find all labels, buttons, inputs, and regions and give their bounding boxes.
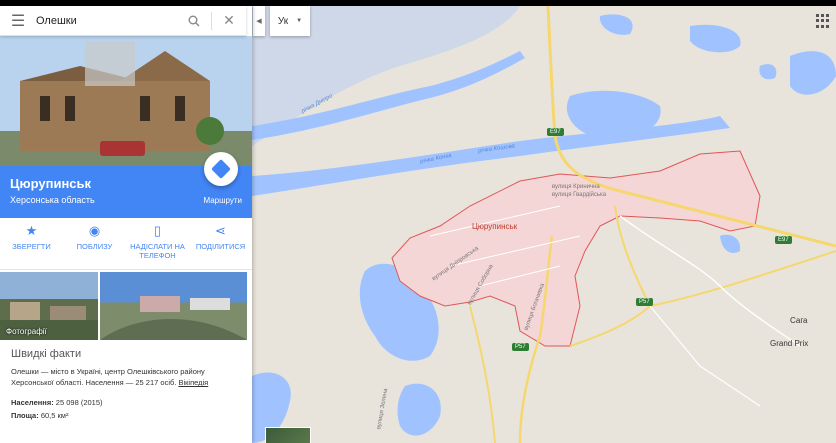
road-shield-p57: P57	[636, 298, 653, 306]
close-icon[interactable]: ✕	[212, 6, 246, 36]
description-text: Олешки — місто в Україні, центр Олешківс…	[11, 367, 205, 387]
directions-button[interactable]	[204, 152, 238, 186]
area-row: Площа: 60,5 км²	[11, 411, 241, 420]
road-shield-e97: E97	[547, 128, 564, 136]
chevron-left-icon: ◀	[256, 18, 262, 25]
street-label: вулиця Кринична	[552, 184, 600, 190]
maps-window: Цюрупинськ Сага Grand Prix E97 E97 P57 P…	[0, 6, 836, 443]
send-to-phone-label: НАДІСЛАТИ НА ТЕЛЕФОН	[130, 242, 185, 260]
photo-strip: Фотографії	[0, 272, 252, 342]
layers-thumbnail[interactable]	[265, 427, 311, 443]
apps-grid-icon[interactable]	[816, 14, 830, 28]
send-to-phone-icon: ▯	[153, 223, 162, 238]
action-bar: ★ ЗБЕРЕГТИ ◉ ПОБЛИЗУ ▯ НАДІСЛАТИ НА ТЕЛЕ…	[0, 218, 252, 270]
photo-thumbnail[interactable]: Фотографії	[0, 272, 98, 340]
population-label: Населення:	[11, 398, 54, 407]
send-to-phone-button[interactable]: ▯ НАДІСЛАТИ НА ТЕЛЕФОН	[130, 223, 186, 269]
quick-facts-description: Олешки — місто в Україні, центр Олешківс…	[11, 366, 241, 388]
place-header: Цюрупинськ Херсонська область Маршрути	[0, 152, 252, 218]
caret-down-icon: ▼	[296, 18, 303, 24]
hamburger-menu-icon[interactable]: ☰	[0, 6, 36, 36]
directions-label[interactable]: Маршрути	[203, 196, 242, 205]
population-value: 25 098 (2015)	[55, 398, 103, 407]
place-panel: ☰ Олешки ✕ Цюрупинськ Херсонська область…	[0, 6, 252, 443]
search-icon[interactable]	[177, 6, 211, 36]
wikipedia-link[interactable]: Вікіпедія	[178, 378, 208, 387]
road-shield-e97: E97	[775, 236, 792, 244]
nearby-pin-icon: ◉	[88, 223, 101, 238]
language-value: Ук	[277, 15, 289, 27]
directions-icon	[211, 159, 231, 179]
road-shield-p57: P57	[512, 343, 529, 351]
area-value: 60,5 км²	[40, 411, 69, 420]
place-hero-photo[interactable]	[0, 36, 252, 166]
place-label-saga[interactable]: Сага	[790, 316, 808, 325]
street-view-thumbnail[interactable]	[100, 272, 247, 340]
quick-facts: Швидкі факти Олешки — місто в Україні, ц…	[0, 348, 252, 420]
area-label: Площа:	[11, 411, 39, 420]
city-map-label[interactable]: Цюрупинськ	[472, 222, 517, 231]
language-select[interactable]: Ук ▼	[270, 6, 310, 36]
street-label: вулиця Гвардійська	[552, 192, 607, 198]
save-button[interactable]: ★ ЗБЕРЕГТИ	[4, 223, 60, 269]
nearby-label: ПОБЛИЗУ	[76, 242, 113, 251]
search-input[interactable]: Олешки	[36, 15, 177, 27]
share-button[interactable]: ⋖ ПОДІЛИТИСЯ	[193, 223, 249, 269]
share-label: ПОДІЛИТИСЯ	[195, 242, 246, 251]
photos-label: Фотографії	[6, 327, 47, 336]
collapse-panel-button[interactable]: ◀	[253, 6, 265, 36]
quick-facts-heading: Швидкі факти	[11, 348, 82, 360]
nearby-button[interactable]: ◉ ПОБЛИЗУ	[67, 223, 123, 269]
save-label: ЗБЕРЕГТИ	[12, 242, 51, 251]
place-label-grand-prix[interactable]: Grand Prix	[770, 339, 808, 348]
share-icon: ⋖	[215, 223, 226, 238]
star-icon: ★	[25, 223, 38, 238]
search-bar: ☰ Олешки ✕	[0, 6, 246, 36]
population-row: Населення: 25 098 (2015)	[11, 398, 241, 407]
